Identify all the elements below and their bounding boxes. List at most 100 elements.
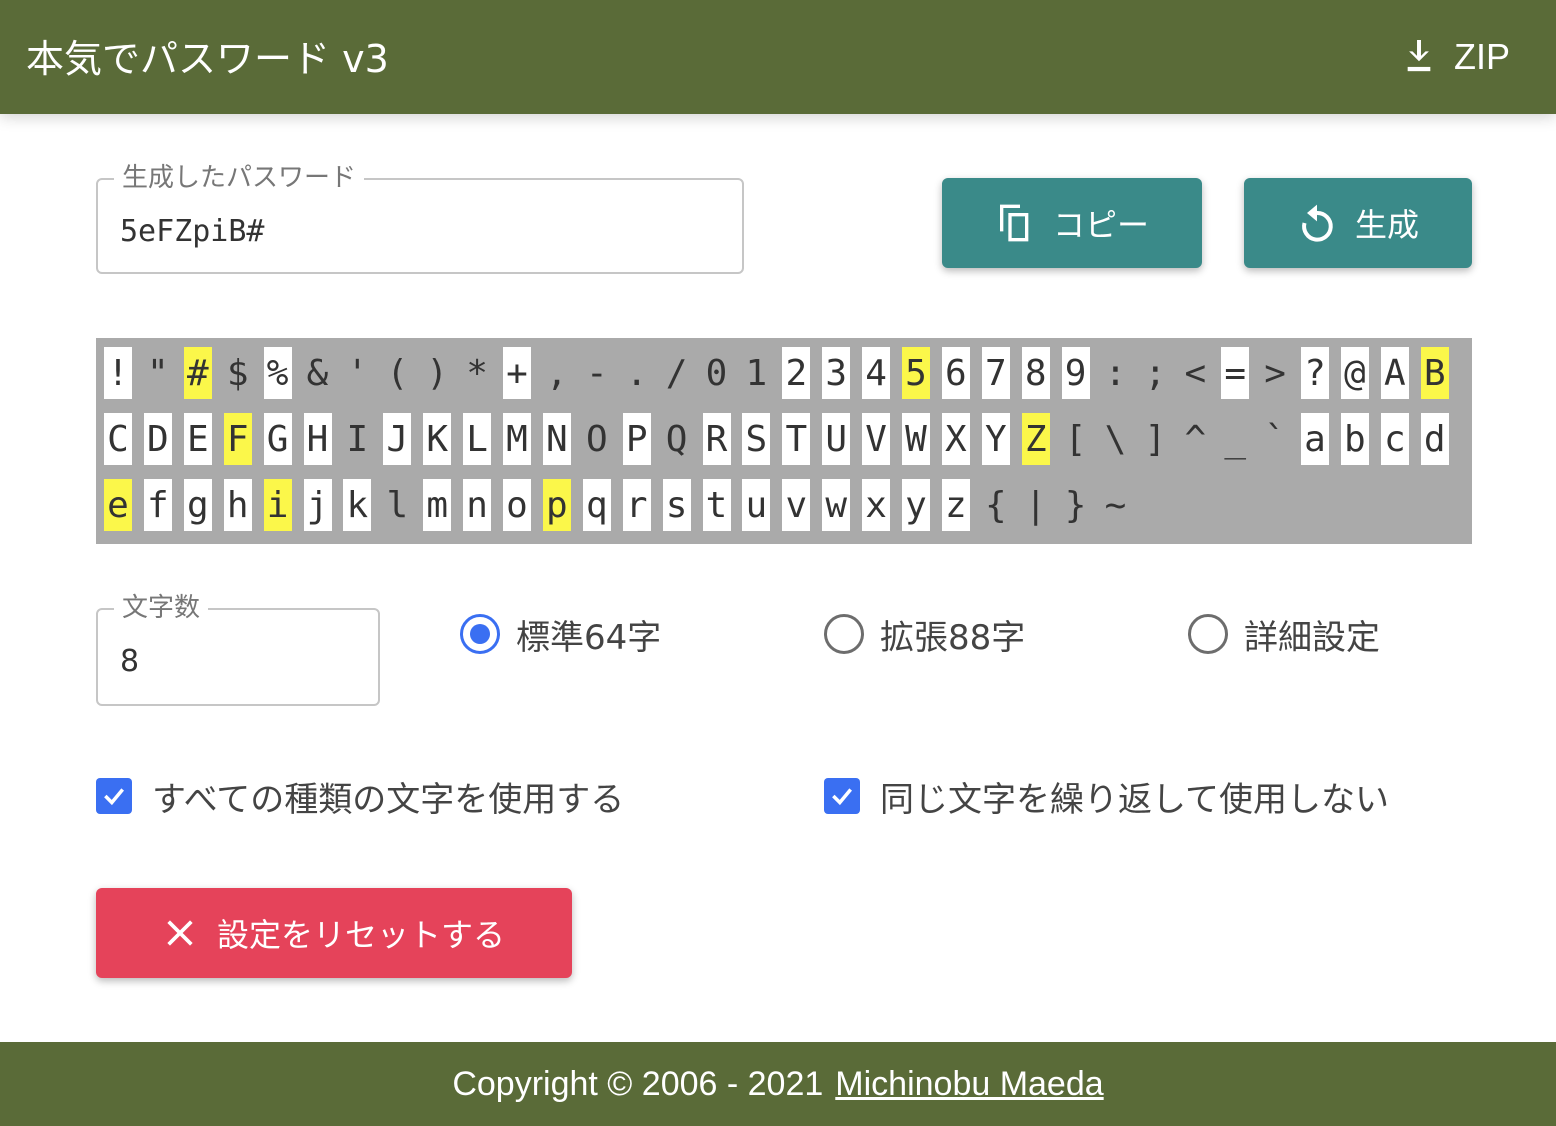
- checkbox-checked-icon[interactable]: [96, 778, 132, 814]
- character-cell[interactable]: %: [263, 347, 292, 399]
- character-cell[interactable]: C: [104, 413, 132, 465]
- character-cell[interactable]: c: [1380, 413, 1409, 465]
- character-cell[interactable]: ?: [1301, 347, 1329, 399]
- character-cell[interactable]: N: [542, 413, 571, 465]
- character-cell[interactable]: 4: [862, 347, 891, 399]
- author-link[interactable]: Michinobu Maeda: [835, 1065, 1103, 1104]
- character-cell[interactable]: z: [941, 479, 970, 531]
- character-cell[interactable]: A: [1380, 347, 1409, 399]
- character-cell[interactable]: h: [223, 479, 252, 531]
- character-cell[interactable]: x: [862, 479, 891, 531]
- character-cell[interactable]: 0: [703, 347, 731, 399]
- character-cell[interactable]: &: [304, 347, 332, 399]
- radio-extended-88[interactable]: 拡張88字: [824, 610, 1025, 658]
- zip-download-link[interactable]: ZIP: [1402, 34, 1510, 80]
- character-cell[interactable]: 3: [822, 347, 851, 399]
- no-repeat-checkbox[interactable]: 同じ文字を繰り返して使用しない: [824, 772, 1389, 820]
- character-cell[interactable]: w: [822, 479, 851, 531]
- character-cell[interactable]: H: [303, 413, 332, 465]
- character-cell[interactable]: +: [503, 347, 531, 399]
- character-cell[interactable]: P: [622, 413, 651, 465]
- character-cell[interactable]: `: [1261, 413, 1289, 465]
- character-cell[interactable]: f: [143, 479, 172, 531]
- character-cell[interactable]: v: [782, 479, 811, 531]
- length-field[interactable]: 文字数 8: [96, 593, 380, 706]
- radio-custom-settings[interactable]: 詳細設定: [1188, 610, 1380, 658]
- character-cell[interactable]: o: [503, 479, 531, 531]
- character-cell[interactable]: Y: [981, 413, 1010, 465]
- character-cell[interactable]: X: [941, 413, 970, 465]
- character-cell[interactable]: O: [583, 413, 611, 465]
- character-cell[interactable]: [: [1062, 413, 1090, 465]
- character-cell[interactable]: D: [143, 413, 172, 465]
- character-cell[interactable]: |: [1022, 479, 1050, 531]
- character-cell[interactable]: ]: [1141, 413, 1169, 465]
- character-cell[interactable]: 2: [782, 347, 811, 399]
- character-cell[interactable]: 5: [902, 347, 930, 399]
- character-cell[interactable]: K: [423, 413, 452, 465]
- character-cell[interactable]: T: [782, 413, 811, 465]
- character-cell[interactable]: /: [663, 347, 691, 399]
- generated-password-value[interactable]: 5eFZpiB#: [120, 212, 265, 252]
- character-cell[interactable]: S: [742, 413, 771, 465]
- character-cell[interactable]: .: [623, 347, 651, 399]
- character-cell[interactable]: 9: [1061, 347, 1090, 399]
- character-cell[interactable]: g: [183, 479, 212, 531]
- character-cell[interactable]: e: [104, 479, 132, 531]
- character-cell[interactable]: a: [1301, 413, 1329, 465]
- character-cell[interactable]: Q: [663, 413, 691, 465]
- character-cell[interactable]: _: [1221, 413, 1249, 465]
- length-value[interactable]: 8: [120, 642, 139, 682]
- character-cell[interactable]: y: [902, 479, 930, 531]
- character-cell[interactable]: ': [343, 347, 371, 399]
- character-cell[interactable]: s: [662, 479, 691, 531]
- radio-circle-extended[interactable]: [824, 614, 864, 654]
- character-cell[interactable]: U: [822, 413, 851, 465]
- character-cell[interactable]: p: [542, 479, 571, 531]
- character-cell[interactable]: Z: [1021, 413, 1050, 465]
- reset-settings-button[interactable]: 設定をリセットする: [96, 888, 572, 978]
- character-cell[interactable]: ): [423, 347, 451, 399]
- character-cell[interactable]: ^: [1181, 413, 1209, 465]
- character-cell[interactable]: {: [982, 479, 1010, 531]
- character-cell[interactable]: d: [1420, 413, 1449, 465]
- character-cell[interactable]: ;: [1141, 347, 1169, 399]
- character-cell[interactable]: E: [183, 413, 212, 465]
- use-all-types-checkbox[interactable]: すべての種類の文字を使用する: [96, 772, 624, 820]
- character-cell[interactable]: =: [1221, 347, 1250, 399]
- character-cell[interactable]: i: [263, 479, 292, 531]
- character-cell[interactable]: 1: [742, 347, 770, 399]
- character-cell[interactable]: G: [263, 413, 292, 465]
- character-cell[interactable]: m: [423, 479, 452, 531]
- character-cell[interactable]: 6: [941, 347, 970, 399]
- character-cell[interactable]: ~: [1102, 479, 1130, 531]
- character-cell[interactable]: >: [1261, 347, 1289, 399]
- generate-button[interactable]: 生成: [1244, 178, 1472, 268]
- radio-circle-custom[interactable]: [1188, 614, 1228, 654]
- character-cell[interactable]: I: [343, 413, 371, 465]
- character-cell[interactable]: R: [702, 413, 731, 465]
- character-cell[interactable]: 8: [1021, 347, 1050, 399]
- character-cell[interactable]: J: [383, 413, 412, 465]
- character-cell[interactable]: n: [463, 479, 492, 531]
- radio-standard-64[interactable]: 標準64字: [460, 610, 661, 658]
- character-cell[interactable]: <: [1181, 347, 1209, 399]
- character-cell[interactable]: :: [1102, 347, 1130, 399]
- character-cell[interactable]: ": [144, 347, 172, 399]
- generated-password-field[interactable]: 生成したパスワード 5eFZpiB#: [96, 163, 744, 274]
- character-cell[interactable]: 7: [981, 347, 1010, 399]
- character-cell[interactable]: j: [303, 479, 332, 531]
- character-cell[interactable]: *: [463, 347, 491, 399]
- checkbox-checked-icon[interactable]: [824, 778, 860, 814]
- character-cell[interactable]: k: [343, 479, 372, 531]
- character-cell[interactable]: W: [902, 413, 930, 465]
- character-cell[interactable]: r: [622, 479, 651, 531]
- character-cell[interactable]: l: [383, 479, 411, 531]
- character-cell[interactable]: u: [742, 479, 771, 531]
- copy-button[interactable]: コピー: [942, 178, 1202, 268]
- character-cell[interactable]: b: [1340, 413, 1369, 465]
- character-cell[interactable]: -: [583, 347, 611, 399]
- character-cell[interactable]: #: [183, 347, 212, 399]
- character-cell[interactable]: V: [862, 413, 891, 465]
- character-cell[interactable]: M: [503, 413, 531, 465]
